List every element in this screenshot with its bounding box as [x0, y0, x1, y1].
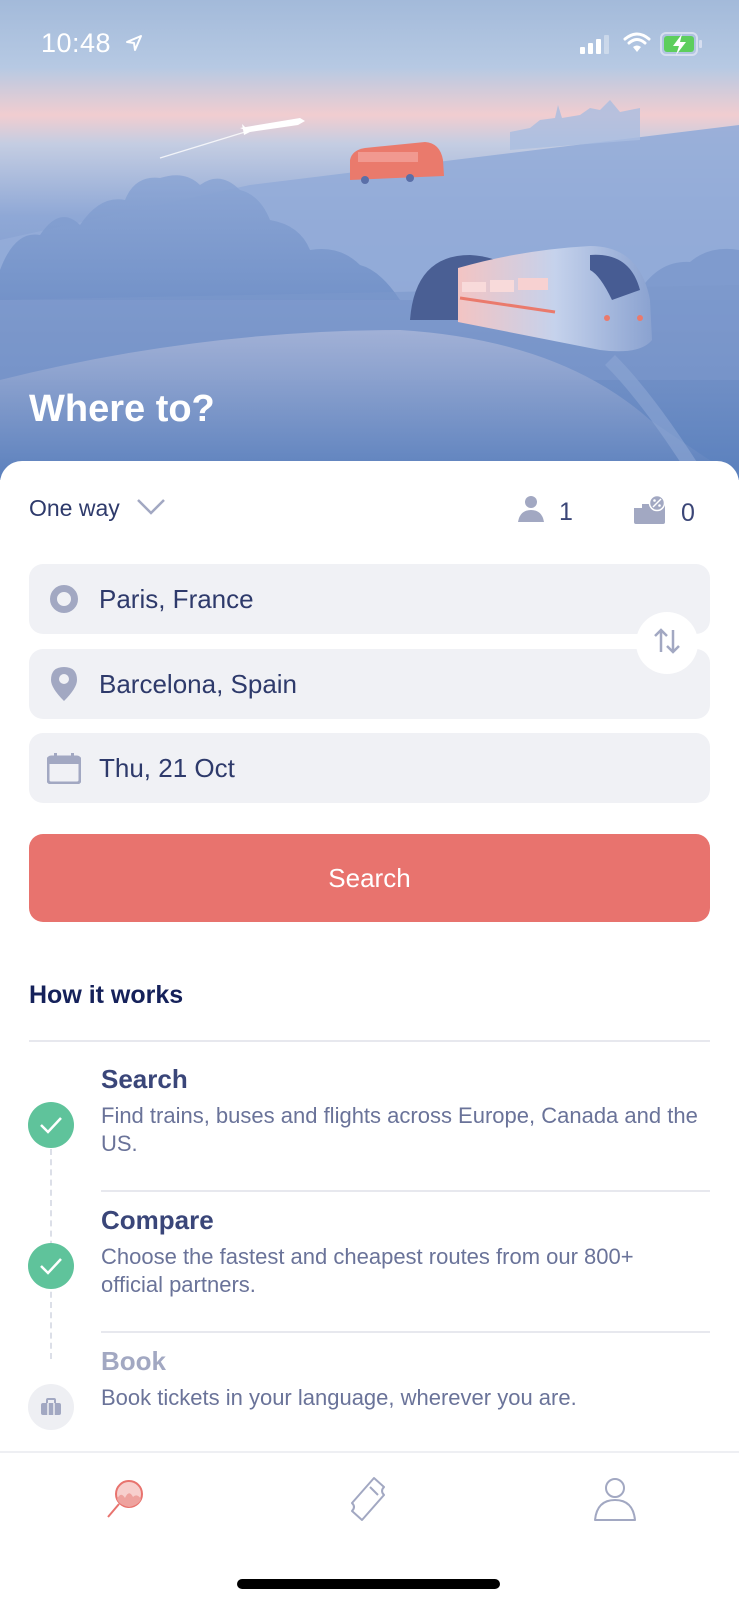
- step-description: Book tickets in your language, wherever …: [101, 1385, 577, 1410]
- home-indicator: [237, 1579, 500, 1589]
- search-button[interactable]: Search: [29, 834, 710, 922]
- status-bar: 10:48: [0, 0, 739, 90]
- map-pin-icon: [29, 666, 99, 702]
- hero-title: Where to?: [29, 388, 215, 430]
- ticket-icon: [344, 1475, 392, 1528]
- tab-bar: [0, 1451, 739, 1600]
- divider: [101, 1190, 710, 1192]
- passengers-count: 1: [559, 498, 573, 526]
- airplane-icon: [159, 118, 305, 159]
- trip-type-dropdown[interactable]: One way: [29, 495, 166, 522]
- check-icon: [28, 1243, 74, 1289]
- passengers-selector[interactable]: 1: [517, 495, 573, 530]
- search-card: One way 1 0 Paris, France Barcelona, Spa…: [0, 461, 739, 1600]
- step-description: Find trains, buses and flights across Eu…: [101, 1103, 698, 1156]
- how-it-works-title: How it works: [29, 981, 184, 1009]
- hero-banner: 10:48 Where to?: [0, 0, 739, 480]
- calendar-icon: [29, 752, 99, 784]
- destination-value: Barcelona, Spain: [99, 668, 298, 699]
- swap-locations-button[interactable]: [636, 612, 698, 674]
- origin-field[interactable]: Paris, France: [29, 564, 710, 634]
- destination-field[interactable]: Barcelona, Spain: [29, 649, 710, 719]
- date-field[interactable]: Thu, 21 Oct: [29, 733, 710, 803]
- person-icon: [517, 495, 545, 530]
- tab-tickets[interactable]: [338, 1475, 398, 1527]
- user-icon: [592, 1476, 638, 1527]
- check-icon: [28, 1102, 74, 1148]
- step-description: Choose the fastest and cheapest routes f…: [101, 1244, 634, 1297]
- discount-card-icon: [633, 494, 667, 532]
- date-value: Thu, 21 Oct: [99, 752, 235, 783]
- status-time: 10:48: [41, 28, 112, 58]
- divider: [101, 1331, 710, 1333]
- chevron-down-icon: [136, 495, 166, 522]
- step-title: Book: [101, 1346, 166, 1376]
- discount-cards-count: 0: [681, 499, 695, 527]
- step-title: Compare: [101, 1205, 214, 1235]
- tab-search[interactable]: [95, 1475, 155, 1527]
- trip-options-row: One way 1 0: [29, 494, 710, 532]
- step-title: Search: [101, 1064, 188, 1094]
- origin-circle-icon: [29, 584, 99, 614]
- tab-account[interactable]: [585, 1475, 645, 1527]
- briefcase-icon: [28, 1384, 74, 1430]
- swap-arrows-icon: [651, 625, 683, 662]
- trip-type-label: One way: [29, 495, 120, 521]
- divider: [29, 1040, 710, 1042]
- discount-cards-selector[interactable]: 0: [633, 494, 695, 532]
- search-icon: [103, 1477, 147, 1526]
- origin-value: Paris, France: [99, 583, 254, 614]
